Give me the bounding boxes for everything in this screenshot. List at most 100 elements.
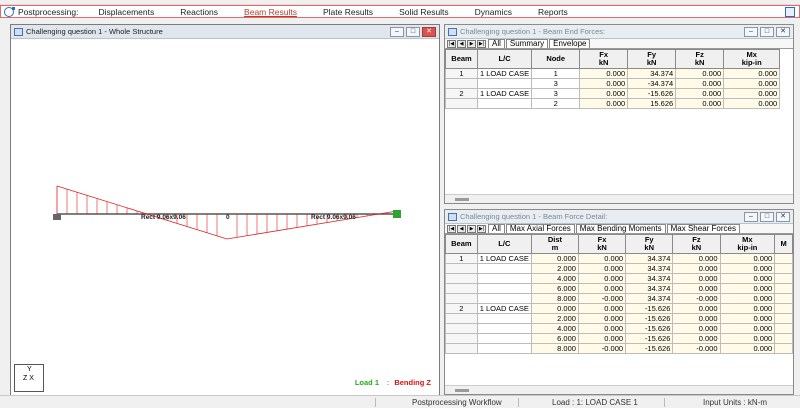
- table-row[interactable]: 8.000 -0.000 -15.626 -0.000 0.000: [445, 343, 793, 354]
- prev-tab-icon[interactable]: ◀: [457, 225, 466, 233]
- section-label-right: Rect 9.06x9.06: [311, 214, 356, 221]
- table-row[interactable]: 2.000 0.000 34.374 0.000 0.000: [445, 263, 793, 274]
- close-button[interactable]: ✕: [776, 212, 790, 222]
- cell-lc: 1 LOAD CASE: [476, 253, 532, 264]
- column-header[interactable]: L/C: [476, 49, 533, 69]
- force-detail-titlebar[interactable]: Challenging question 1 - Beam Force Deta…: [445, 210, 793, 224]
- table-tab[interactable]: Max Shear Forces: [666, 224, 740, 233]
- cell-lc: [476, 78, 533, 89]
- prev-tab-icon[interactable]: ◀: [457, 40, 466, 48]
- refresh-icon[interactable]: [4, 6, 15, 17]
- column-header[interactable]: Fy kN: [625, 234, 674, 254]
- toolbar-tab[interactable]: Solid Results: [399, 7, 449, 17]
- column-unit: kN: [691, 243, 702, 252]
- whole-structure-titlebar[interactable]: Challenging question 1 - Whole Structure…: [11, 25, 439, 39]
- table-row[interactable]: 6.000 0.000 -15.626 0.000 0.000: [445, 333, 793, 344]
- column-header[interactable]: L/C: [476, 234, 532, 254]
- cell-dist: 0.000: [530, 253, 579, 264]
- table-row[interactable]: 2 0.000 15.626 0.000 0.000: [445, 98, 781, 109]
- toolbar-tab[interactable]: Displacements: [98, 7, 154, 17]
- column-header[interactable]: Dist m: [530, 234, 579, 254]
- cell-mx: 0.000: [719, 303, 776, 314]
- table-tab[interactable]: Envelope: [549, 39, 591, 48]
- maximize-button[interactable]: □: [760, 212, 774, 222]
- cell-beam: 1: [445, 253, 478, 264]
- section-label-left: Rect 9.06x9.06: [141, 214, 186, 221]
- axis-zx-label: Z X: [23, 375, 34, 382]
- table-row[interactable]: 4.000 0.000 -15.626 0.000 0.000: [445, 323, 793, 334]
- next-tab-icon[interactable]: ▶: [467, 40, 476, 48]
- table-row[interactable]: 2.000 0.000 -15.626 0.000 0.000: [445, 313, 793, 324]
- table-row[interactable]: 4.000 0.000 34.374 0.000 0.000: [445, 273, 793, 284]
- maximize-button[interactable]: □: [406, 27, 420, 37]
- table-row[interactable]: 3 0.000 -34.374 0.000 0.000: [445, 78, 781, 89]
- table-tab[interactable]: Max Axial Forces: [505, 224, 575, 233]
- status-bar: Postprocessing Workflow Load : 1: LOAD C…: [0, 395, 800, 408]
- cell-fy: 34.374: [625, 253, 674, 264]
- column-header[interactable]: Beam: [445, 49, 478, 69]
- toolbar-tab[interactable]: Reports: [538, 7, 568, 17]
- column-header[interactable]: Fz kN: [675, 49, 725, 69]
- cell-fz: -0.000: [672, 293, 721, 304]
- structure-canvas[interactable]: Rect 9.06x9.06 Rect 9.06x9.06 0 Y Z X Lo…: [11, 39, 439, 395]
- last-tab-icon[interactable]: ▶|: [477, 40, 486, 48]
- last-tab-icon[interactable]: ▶|: [477, 225, 486, 233]
- column-header[interactable]: Node: [531, 49, 581, 69]
- cell-fx: 0.000: [577, 263, 627, 274]
- cell-lc: [476, 313, 532, 324]
- support-right-icon[interactable]: [393, 210, 401, 218]
- beam-force-detail-window: Challenging question 1 - Beam Force Deta…: [444, 209, 794, 395]
- column-header[interactable]: Fx kN: [577, 234, 627, 254]
- toolbar-tab[interactable]: Dynamics: [475, 7, 512, 17]
- minimize-button[interactable]: –: [744, 212, 758, 222]
- column-unit: kip-in: [741, 58, 762, 67]
- column-header[interactable]: Mx kip-in: [723, 49, 781, 69]
- support-left-icon[interactable]: [53, 214, 61, 220]
- table-row[interactable]: 8.000 -0.000 34.374 -0.000 0.000: [445, 293, 793, 304]
- cell-beam: [445, 293, 478, 304]
- table-row[interactable]: 21 LOAD CASE 3 0.000 -15.626 0.000 0.000: [445, 88, 781, 99]
- column-header[interactable]: Fx kN: [579, 49, 629, 69]
- close-button[interactable]: ✕: [776, 27, 790, 37]
- cell-lc: 1 LOAD CASE: [476, 303, 532, 314]
- cell-empty: [774, 283, 793, 294]
- close-button[interactable]: ✕: [422, 27, 436, 37]
- column-header[interactable]: M: [774, 234, 793, 254]
- table-tab[interactable]: Max Bending Moments: [575, 224, 666, 233]
- table-tab[interactable]: Summary: [505, 39, 549, 48]
- toolbar-tab[interactable]: Reactions: [180, 7, 218, 17]
- window-restore-icon[interactable]: [785, 7, 795, 17]
- maximize-button[interactable]: □: [760, 27, 774, 37]
- table-tab[interactable]: All: [488, 224, 505, 233]
- first-tab-icon[interactable]: |◀: [447, 40, 456, 48]
- minimize-button[interactable]: –: [390, 27, 404, 37]
- cell-mx: 0.000: [719, 333, 776, 344]
- column-header[interactable]: Beam: [445, 234, 478, 254]
- cell-fx: 0.000: [579, 78, 629, 89]
- column-header[interactable]: Fy kN: [627, 49, 677, 69]
- table-row[interactable]: 11 LOAD CASE 1 0.000 34.374 0.000 0.000: [445, 68, 781, 79]
- cell-fx: 0.000: [577, 253, 627, 264]
- table-tab[interactable]: All: [488, 39, 505, 48]
- horizontal-scrollbar[interactable]: [445, 385, 793, 394]
- first-tab-icon[interactable]: |◀: [447, 225, 456, 233]
- minimize-button[interactable]: –: [744, 27, 758, 37]
- table-row[interactable]: 11 LOAD CASE 0.000 0.000 34.374 0.000 0.000: [445, 253, 793, 264]
- table-row[interactable]: 21 LOAD CASE 0.000 0.000 -15.626 0.000 0.000: [445, 303, 793, 314]
- horizontal-scrollbar[interactable]: [445, 194, 793, 203]
- cell-fy: -15.626: [625, 333, 674, 344]
- cell-empty: [774, 263, 793, 274]
- toolbar-tab[interactable]: Plate Results: [323, 7, 373, 17]
- cell-fx: 0.000: [577, 313, 627, 324]
- cell-mx: 0.000: [719, 343, 776, 354]
- column-header[interactable]: Fz kN: [672, 234, 721, 254]
- cell-beam: 2: [445, 88, 478, 99]
- toolbar-tab[interactable]: Beam Results: [244, 7, 297, 17]
- cell-fy: 34.374: [625, 293, 674, 304]
- next-tab-icon[interactable]: ▶: [467, 225, 476, 233]
- column-header[interactable]: Mx kip-in: [719, 234, 776, 254]
- moment-outline: [56, 185, 398, 240]
- end-forces-titlebar[interactable]: Challenging question 1 - Beam End Forces…: [445, 25, 793, 39]
- cell-dist: 8.000: [530, 293, 579, 304]
- table-row[interactable]: 6.000 0.000 34.374 0.000 0.000: [445, 283, 793, 294]
